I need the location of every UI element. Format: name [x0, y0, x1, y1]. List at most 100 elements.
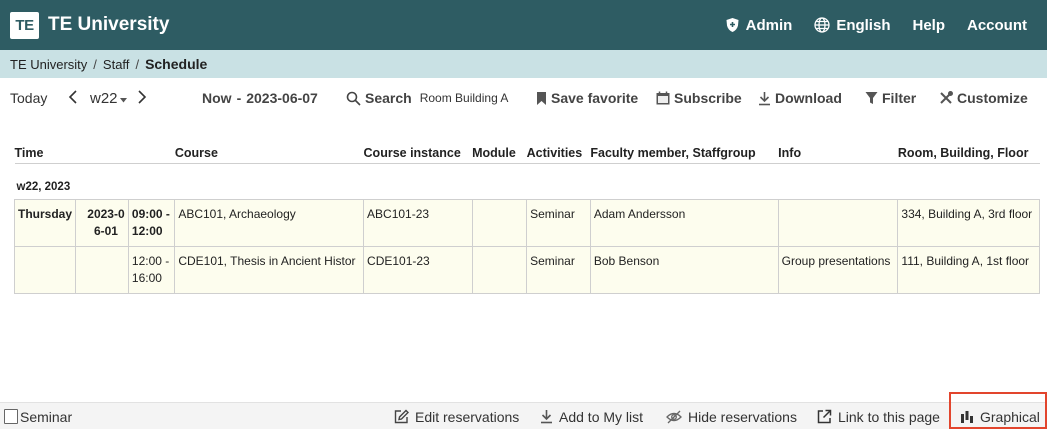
- account-link[interactable]: Account: [967, 17, 1027, 34]
- breadcrumb-current: Schedule: [145, 56, 208, 72]
- cell-course-instance: CDE101-23: [363, 245, 473, 294]
- cell-faculty: Bob Benson: [589, 245, 779, 294]
- week-label: w22: [90, 89, 118, 107]
- cell-course: ABC101, Archaeology: [174, 198, 365, 247]
- help-link[interactable]: Help: [912, 17, 945, 34]
- search-icon: [346, 91, 361, 106]
- col-header-faculty[interactable]: Faculty member, Staffgroup: [590, 146, 779, 164]
- language-selector[interactable]: English: [814, 17, 890, 34]
- date-separator: -: [236, 90, 242, 106]
- customize-label: Customize: [957, 90, 1028, 106]
- download-button[interactable]: Download: [758, 84, 842, 112]
- tools-icon: [939, 91, 953, 105]
- eye-slash-icon: [666, 410, 682, 424]
- link-to-page-button[interactable]: Link to this page: [817, 403, 940, 429]
- cell-time: 09:00 - 12:00: [127, 198, 176, 247]
- hide-reservations-label: Hide reservations: [688, 408, 797, 425]
- legend-seminar-label: Seminar: [20, 408, 73, 425]
- next-week-button[interactable]: [137, 84, 147, 112]
- caret-down-icon: [119, 90, 127, 106]
- toolbar: Today w22 Now - 2023-06-07 Search Room B…: [0, 84, 1047, 112]
- subscribe-label: Subscribe: [674, 90, 742, 106]
- external-link-icon: [817, 409, 832, 424]
- hide-reservations-button[interactable]: Hide reservations: [666, 403, 797, 429]
- table-header-row: Time Course Course instance Module Activ…: [14, 146, 1040, 164]
- cell-info: Group presentations: [777, 245, 899, 294]
- week-row: w22, 2023: [15, 163, 1040, 199]
- search-button[interactable]: Search Room Building A: [346, 84, 508, 112]
- edit-reservations-button[interactable]: Edit reservations: [394, 403, 519, 429]
- col-header-activities[interactable]: Activities: [526, 146, 591, 164]
- cell-room: 111, Building A, 1st floor: [897, 245, 1040, 294]
- admin-label: Admin: [745, 16, 793, 34]
- cell-course: CDE101, Thesis in Ancient Histor: [174, 245, 365, 294]
- save-favorite-label: Save favorite: [551, 90, 639, 106]
- col-header-room[interactable]: Room, Building, Floor: [897, 146, 1040, 164]
- chevron-right-icon: [137, 89, 147, 108]
- edit-icon: [394, 409, 409, 424]
- cell-room: 334, Building A, 3rd floor: [897, 198, 1040, 247]
- edit-reservations-label: Edit reservations: [415, 408, 520, 425]
- cell-activities: Seminar: [526, 245, 591, 294]
- language-label: English: [836, 16, 891, 34]
- breadcrumb: TE University / Staff / Schedule: [0, 50, 1047, 78]
- col-header-course[interactable]: Course: [174, 146, 364, 164]
- breadcrumb-separator: /: [93, 56, 97, 72]
- top-nav: Admin English Help Account: [703, 0, 1027, 50]
- table-row[interactable]: 12:00 - 16:00 CDE101, Thesis in Ancient …: [13, 245, 1040, 294]
- filter-button[interactable]: Filter: [865, 84, 916, 112]
- admin-link[interactable]: Admin: [725, 16, 793, 34]
- schedule-table: Time Course Course instance Module Activ…: [13, 146, 1040, 294]
- col-header-course-instance[interactable]: Course instance: [363, 146, 473, 164]
- download-label: Download: [775, 90, 842, 106]
- save-favorite-button[interactable]: Save favorite: [536, 84, 638, 112]
- current-date: 2023-06-07: [246, 90, 318, 106]
- link-to-page-label: Link to this page: [838, 408, 940, 425]
- bookmark-icon: [536, 91, 547, 106]
- cell-module: [471, 198, 528, 247]
- now-label: Now: [202, 90, 232, 106]
- calendar-icon: [656, 91, 670, 105]
- filter-icon: [865, 91, 878, 105]
- filter-label: Filter: [882, 90, 917, 106]
- chevron-left-icon: [68, 89, 78, 108]
- cell-activities: Seminar: [526, 198, 591, 247]
- seminar-checkbox[interactable]: [4, 409, 18, 424]
- add-to-list-label: Add to My list: [559, 408, 644, 425]
- cell-info: [777, 198, 899, 247]
- app-title[interactable]: TE University: [48, 14, 169, 36]
- cell-day: Thursday: [13, 198, 77, 247]
- week-label: w22, 2023: [16, 180, 71, 193]
- customize-button[interactable]: Customize: [939, 84, 1028, 112]
- cell-faculty: Adam Andersson: [589, 198, 779, 247]
- cell-date: 2023-06-01: [75, 198, 129, 247]
- search-query: Room Building A: [419, 91, 509, 105]
- globe-icon: [814, 17, 830, 33]
- cell-course-instance: ABC101-23: [363, 198, 473, 247]
- add-to-list-button[interactable]: Add to My list: [540, 403, 643, 429]
- graphical-highlight: [949, 392, 1047, 429]
- subscribe-button[interactable]: Subscribe: [656, 84, 742, 112]
- today-button[interactable]: Today: [10, 84, 47, 112]
- top-bar: TE TE University Admin English Help Acco…: [0, 0, 1047, 50]
- week-selector[interactable]: w22: [90, 84, 127, 112]
- bottom-bar: Seminar Edit reservations Add to My list…: [0, 402, 1047, 429]
- cell-module: [471, 245, 528, 294]
- logo[interactable]: TE: [10, 11, 39, 39]
- breadcrumb-separator: /: [135, 56, 140, 72]
- table-row[interactable]: Thursday 2023-06-01 09:00 - 12:00 ABC101…: [13, 198, 1040, 247]
- download-icon: [758, 91, 771, 106]
- breadcrumb-university[interactable]: TE University: [10, 57, 87, 72]
- col-header-module[interactable]: Module: [472, 146, 527, 164]
- legend-seminar[interactable]: Seminar: [4, 403, 72, 429]
- search-label: Search: [365, 90, 412, 106]
- col-header-time[interactable]: Time: [14, 146, 175, 164]
- col-header-info[interactable]: Info: [778, 146, 898, 164]
- cell-date: [75, 245, 129, 294]
- shield-icon: [725, 17, 740, 33]
- prev-week-button[interactable]: [68, 84, 78, 112]
- cell-time: 12:00 - 16:00: [127, 245, 176, 294]
- cell-day: [13, 245, 77, 294]
- breadcrumb-staff[interactable]: Staff: [103, 57, 130, 72]
- date-display[interactable]: Now - 2023-06-07: [202, 84, 318, 112]
